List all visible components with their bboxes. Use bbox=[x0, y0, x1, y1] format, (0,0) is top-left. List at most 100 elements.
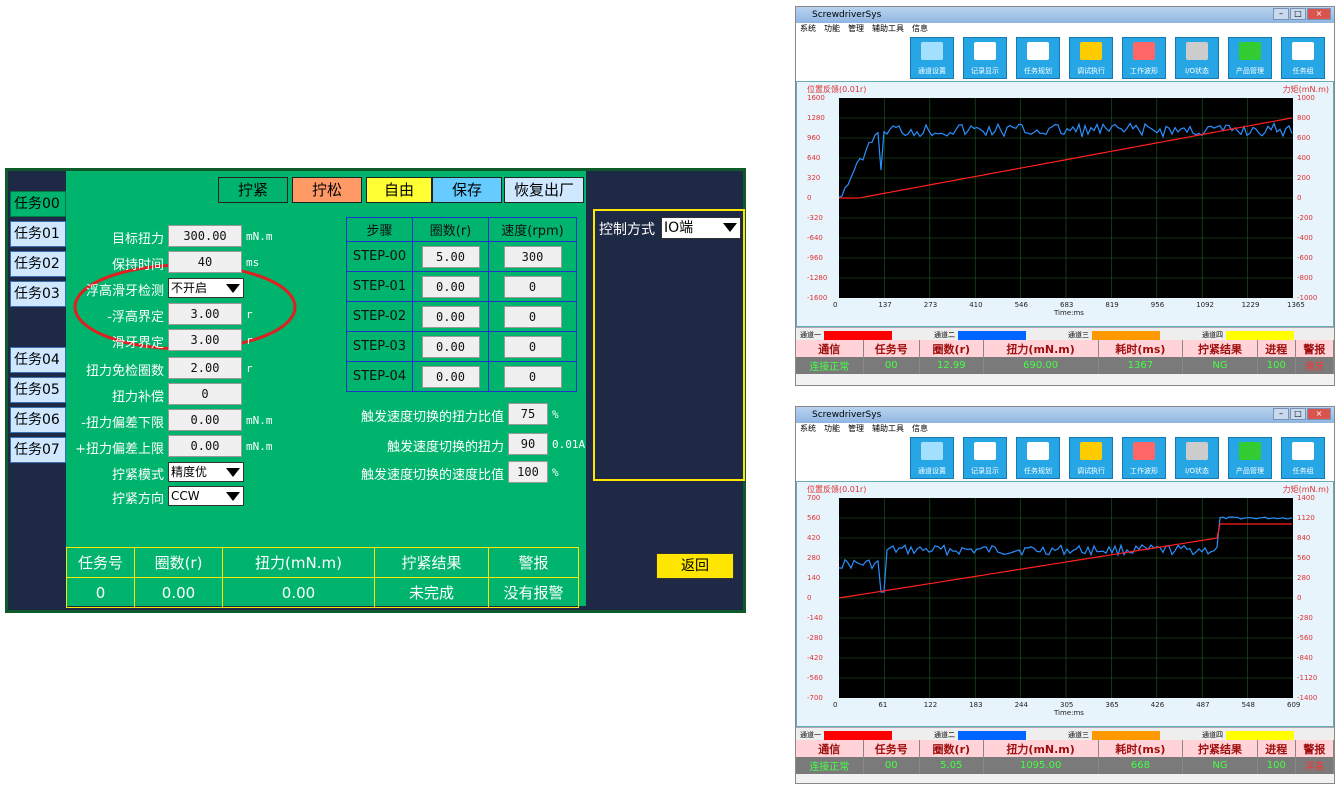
step-input[interactable]: 0 bbox=[503, 275, 562, 298]
field-select-value: 精度优 bbox=[171, 465, 208, 479]
field-input[interactable]: 0.00 bbox=[168, 435, 242, 457]
maximize-icon[interactable]: □ bbox=[1290, 408, 1306, 420]
field-select[interactable]: 不开启 bbox=[168, 278, 244, 298]
tool-label: 任务规划 bbox=[1024, 467, 1052, 475]
channel-selector[interactable]: 通道三 bbox=[1068, 730, 1160, 740]
toolbar-button[interactable]: I/O状态 bbox=[1175, 437, 1219, 479]
channel-selector[interactable]: 通道二 bbox=[934, 330, 1026, 340]
task-tab[interactable]: 任务07 bbox=[10, 437, 66, 463]
trigger-input[interactable]: 100 bbox=[508, 461, 548, 483]
channel-selector[interactable]: 通道四 bbox=[1202, 330, 1294, 340]
field-input[interactable]: 40 bbox=[168, 251, 242, 273]
close-icon[interactable]: × bbox=[1307, 408, 1331, 420]
toolbar-button[interactable]: 任务规划 bbox=[1016, 437, 1060, 479]
x-tick: 548 bbox=[1241, 701, 1255, 709]
step-input[interactable]: 0 bbox=[503, 305, 562, 328]
toolbar-button[interactable]: 工作波形 bbox=[1122, 37, 1166, 79]
toolbar-button[interactable]: 通道设置 bbox=[910, 37, 954, 79]
trigger-input[interactable]: 90 bbox=[508, 433, 548, 455]
mode-button[interactable]: 拧紧 bbox=[218, 177, 288, 203]
control-mode-select[interactable]: IO端 bbox=[661, 217, 741, 239]
toolbar-button[interactable]: 产品管理 bbox=[1228, 437, 1272, 479]
tool-label: 调试执行 bbox=[1077, 67, 1105, 75]
trigger-label: 触发速度切换的扭力比值 bbox=[360, 410, 504, 425]
field-input[interactable]: 2.00 bbox=[168, 357, 242, 379]
toolbar-button[interactable]: 产品管理 bbox=[1228, 37, 1272, 79]
mode-button[interactable]: 自由 bbox=[366, 177, 432, 203]
mode-button[interactable]: 保存 bbox=[432, 177, 502, 203]
task-tab[interactable]: 任务04 bbox=[10, 347, 66, 373]
menu-item[interactable]: 功能 bbox=[824, 424, 840, 433]
menu-item[interactable]: 管理 bbox=[848, 424, 864, 433]
step-input[interactable]: 0 bbox=[503, 365, 562, 388]
field-input[interactable]: 0.00 bbox=[168, 409, 242, 431]
step-input[interactable]: 5.00 bbox=[421, 245, 480, 268]
plot-svg bbox=[838, 98, 1293, 298]
task-tab[interactable]: 任务05 bbox=[10, 377, 66, 403]
field-input[interactable]: 300.00 bbox=[168, 225, 242, 247]
channel-color-swatch bbox=[1092, 330, 1160, 340]
result-value: 12.99 bbox=[919, 357, 984, 374]
channel-selector[interactable]: 通道二 bbox=[934, 730, 1026, 740]
task-tab[interactable]: 任务02 bbox=[10, 251, 66, 277]
channel-bar: 通道一 通道二 通道三 通道四 bbox=[796, 327, 1334, 340]
toolbar-button[interactable]: 调试执行 bbox=[1069, 437, 1113, 479]
task-tab[interactable]: 任务01 bbox=[10, 221, 66, 247]
toolbar-button[interactable]: 工作波形 bbox=[1122, 437, 1166, 479]
step-input[interactable]: 0 bbox=[503, 335, 562, 358]
left-tick: -420 bbox=[807, 654, 823, 662]
x-tick: 137 bbox=[878, 301, 892, 309]
step-input[interactable]: 0.00 bbox=[421, 275, 480, 298]
return-button[interactable]: 返回 bbox=[656, 553, 734, 579]
result-header: 任务号 bbox=[863, 740, 920, 757]
channel-bar: 通道一 通道二 通道三 通道四 bbox=[796, 727, 1334, 740]
menu-item[interactable]: 辅助工具 bbox=[872, 24, 904, 33]
toolbar-button[interactable]: 任务规划 bbox=[1016, 37, 1060, 79]
step-input[interactable]: 0.00 bbox=[421, 305, 480, 328]
menu-item[interactable]: 辅助工具 bbox=[872, 424, 904, 433]
step-header: 圈数(r) bbox=[412, 217, 489, 242]
task-tab[interactable]: 任务03 bbox=[10, 281, 66, 307]
left-tick: 320 bbox=[807, 174, 821, 182]
field-input[interactable]: 3.00 bbox=[168, 329, 242, 351]
minimize-icon[interactable]: – bbox=[1273, 8, 1289, 20]
channel-color-swatch bbox=[1226, 730, 1294, 740]
field-input[interactable]: 3.00 bbox=[168, 303, 242, 325]
channel-selector[interactable]: 通道一 bbox=[800, 330, 892, 340]
channel-selector[interactable]: 通道一 bbox=[800, 730, 892, 740]
x-tick: 487 bbox=[1196, 701, 1210, 709]
field-unit: r bbox=[246, 334, 253, 347]
step-input[interactable]: 0.00 bbox=[421, 365, 480, 388]
minimize-icon[interactable]: – bbox=[1273, 408, 1289, 420]
menu-item[interactable]: 功能 bbox=[824, 24, 840, 33]
menu-item[interactable]: 信息 bbox=[912, 424, 928, 433]
toolbar-button[interactable]: 记录显示 bbox=[963, 437, 1007, 479]
mode-button[interactable]: 拧松 bbox=[292, 177, 362, 203]
toolbar-button[interactable]: 任务组 bbox=[1281, 437, 1325, 479]
channel-selector[interactable]: 通道四 bbox=[1202, 730, 1294, 740]
field-input[interactable]: 0 bbox=[168, 383, 242, 405]
toolbar-button[interactable]: 任务组 bbox=[1281, 37, 1325, 79]
field-select[interactable]: CCW bbox=[168, 486, 244, 506]
left-tick: 700 bbox=[807, 494, 821, 502]
step-input[interactable]: 0.00 bbox=[421, 335, 480, 358]
task-tab[interactable]: 任务00 bbox=[10, 191, 66, 217]
toolbar-button[interactable]: I/O状态 bbox=[1175, 37, 1219, 79]
toolbar-button[interactable]: 记录显示 bbox=[963, 37, 1007, 79]
menu-item[interactable]: 信息 bbox=[912, 24, 928, 33]
trigger-input[interactable]: 75 bbox=[508, 403, 548, 425]
toolbar-button[interactable]: 调试执行 bbox=[1069, 37, 1113, 79]
field-select[interactable]: 精度优 bbox=[168, 462, 244, 482]
menu-item[interactable]: 管理 bbox=[848, 24, 864, 33]
close-icon[interactable]: × bbox=[1307, 8, 1331, 20]
menu-item[interactable]: 系统 bbox=[800, 24, 816, 33]
mode-button[interactable]: 恢复出厂 bbox=[504, 177, 584, 203]
task-tab[interactable]: 任务06 bbox=[10, 407, 66, 433]
x-tick: 956 bbox=[1150, 301, 1165, 309]
toolbar-button[interactable]: 通道设置 bbox=[910, 437, 954, 479]
menu-item[interactable]: 系统 bbox=[800, 424, 816, 433]
channel-selector[interactable]: 通道三 bbox=[1068, 330, 1160, 340]
maximize-icon[interactable]: □ bbox=[1290, 8, 1306, 20]
step-input[interactable]: 300 bbox=[503, 245, 562, 268]
x-tick: 683 bbox=[1060, 301, 1074, 309]
